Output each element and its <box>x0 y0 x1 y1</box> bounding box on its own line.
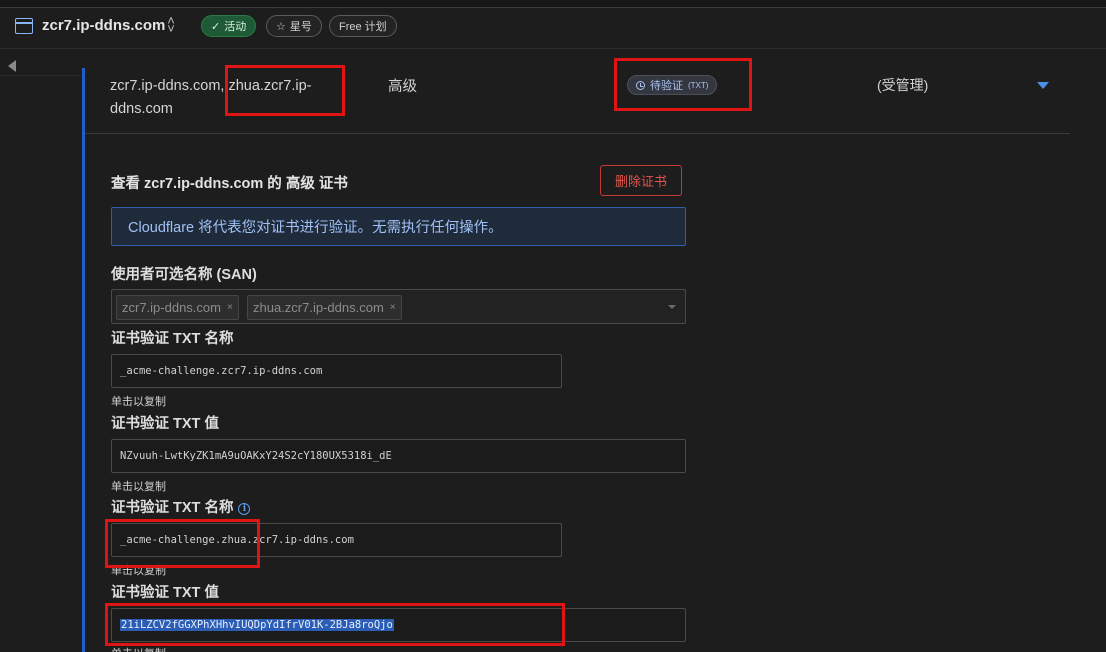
plan-label: Free 计划 <box>339 21 387 33</box>
info-icon[interactable]: i <box>238 503 251 515</box>
checkmark-icon: ✓ <box>211 20 221 33</box>
san-chip: zhua.zcr7.ip-ddns.com × <box>247 295 402 320</box>
txt-name-label-text: 证书验证 TXT 名称 <box>111 500 234 516</box>
expand-caret-icon[interactable] <box>1037 82 1049 89</box>
txt-value-field[interactable]: NZvuuh-LwtKyZK1mA9uOAKxY24S2cY180UX5318i… <box>111 439 686 473</box>
expanded-accent-bar <box>82 68 85 652</box>
zone-header: zcr7.ip-ddns.com ˄ ˅ ✓ 活动 ☆ 星号 Free 计划 <box>0 9 1106 49</box>
browser-window-icon <box>15 18 33 34</box>
certificate-managed: (受管理) <box>877 77 929 93</box>
san-chip: zcr7.ip-ddns.com × <box>116 295 239 320</box>
annotation-box <box>614 58 752 111</box>
annotation-box <box>225 65 345 116</box>
chevron-down-icon[interactable] <box>668 305 676 309</box>
validation-info-banner: Cloudflare 将代表您对证书进行验证。无需执行任何操作。 <box>111 207 686 246</box>
zone-name[interactable]: zcr7.ip-ddns.com <box>42 17 165 34</box>
window-top-edge <box>0 0 1106 8</box>
txt-name-label: 证书验证 TXT 名称 <box>111 331 234 347</box>
sidebar-collapse-button[interactable] <box>0 57 22 75</box>
annotation-box <box>105 519 260 568</box>
zone-switcher-icon[interactable]: ˄ ˅ <box>166 14 176 35</box>
star-icon: ☆ <box>276 20 286 33</box>
detail-title: 查看 zcr7.ip-ddns.com 的 高级 证书 <box>111 176 348 192</box>
txt-name-field[interactable]: _acme-challenge.zcr7.ip-ddns.com <box>111 354 562 388</box>
plan-badge[interactable]: Free 计划 <box>329 15 397 37</box>
close-icon[interactable]: × <box>227 302 233 313</box>
txt-value-label: 证书验证 TXT 值 <box>111 416 219 432</box>
star-button[interactable]: ☆ 星号 <box>266 15 322 37</box>
certificate-type: 高级 <box>388 79 417 95</box>
triangle-left-icon <box>8 60 16 72</box>
copy-hint: 单击以复制 <box>111 481 166 493</box>
san-select[interactable]: zcr7.ip-ddns.com × zhua.zcr7.ip-ddns.com… <box>111 289 686 324</box>
copy-hint: 单击以复制 <box>111 645 166 652</box>
delete-certificate-button[interactable]: 删除证书 <box>600 165 682 196</box>
star-label: 星号 <box>289 21 312 33</box>
close-icon[interactable]: × <box>390 302 396 313</box>
zone-status-label: 活动 <box>224 21 247 33</box>
txt-name-label: 证书验证 TXT 名称 i <box>111 496 251 517</box>
divider <box>0 75 82 76</box>
annotation-box <box>105 603 565 646</box>
copy-hint: 单击以复制 <box>111 396 166 408</box>
txt-value-label: 证书验证 TXT 值 <box>111 585 219 601</box>
san-chip-label: zcr7.ip-ddns.com <box>122 300 221 315</box>
san-chip-label: zhua.zcr7.ip-ddns.com <box>253 300 384 315</box>
san-label: 使用者可选名称 (SAN) <box>111 267 257 283</box>
zone-status-badge: ✓ 活动 <box>201 15 257 37</box>
